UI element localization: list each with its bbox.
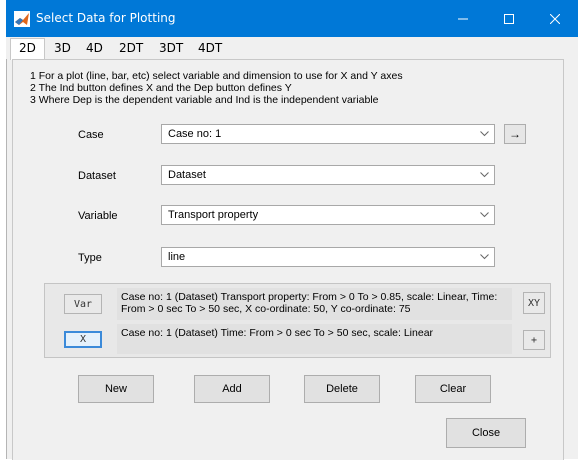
instruction-line-3: 3 Where Dep is the dependent variable an… xyxy=(30,94,379,106)
background-window-edge xyxy=(0,0,7,459)
add-plus-button[interactable]: + xyxy=(523,330,545,350)
variable-label: Variable xyxy=(78,210,118,222)
window-title: Select Data for Plotting xyxy=(36,11,176,25)
chevron-down-icon xyxy=(474,125,494,143)
add-button[interactable]: Add xyxy=(194,375,270,403)
tab-2d[interactable]: 2D xyxy=(10,38,45,60)
var-button[interactable]: Var xyxy=(64,294,102,314)
matlab-icon xyxy=(14,11,30,27)
tab-bar: 2D 3D 4D 2DT 3DT 4DT xyxy=(6,37,578,60)
maximize-icon xyxy=(504,13,514,24)
type-label: Type xyxy=(78,252,102,264)
tab-3d[interactable]: 3D xyxy=(46,39,79,57)
tab-2dt[interactable]: 2DT xyxy=(111,39,151,57)
close-icon xyxy=(550,13,560,24)
case-value: Case no: 1 xyxy=(168,128,222,140)
case-label: Case xyxy=(78,129,104,141)
dataset-dropdown[interactable]: Dataset xyxy=(161,165,495,185)
case-next-button[interactable]: → xyxy=(504,124,526,144)
maximize-button[interactable] xyxy=(486,0,532,37)
variable-value: Transport property xyxy=(168,209,259,221)
variable-dropdown[interactable]: Transport property xyxy=(161,205,495,225)
close-window-button[interactable] xyxy=(532,0,578,37)
minimize-button[interactable] xyxy=(440,0,486,37)
instruction-line-2: 2 The Ind button defines X and the Dep b… xyxy=(30,82,292,94)
dialog-window: Select Data for Plotting 2D 3D 4D 2DT 3D… xyxy=(0,0,578,460)
chevron-down-icon xyxy=(474,206,494,224)
chevron-down-icon xyxy=(474,166,494,184)
case-dropdown[interactable]: Case no: 1 xyxy=(161,124,495,144)
minimize-icon xyxy=(458,18,468,19)
instruction-line-1: 1 For a plot (line, bar, etc) select var… xyxy=(30,70,403,82)
title-bar[interactable]: Select Data for Plotting xyxy=(6,0,578,37)
x-info-text: Case no: 1 (Dataset) Time: From > 0 sec … xyxy=(117,324,512,354)
dataset-label: Dataset xyxy=(78,170,116,182)
type-value: line xyxy=(168,251,186,263)
tab-3dt[interactable]: 3DT xyxy=(151,39,191,57)
arrow-right-icon: → xyxy=(509,127,521,141)
chevron-down-icon xyxy=(474,248,494,266)
x-button[interactable]: X xyxy=(64,331,102,348)
xy-button[interactable]: XY xyxy=(523,292,545,314)
tab-4d[interactable]: 4D xyxy=(78,39,111,57)
clear-button[interactable]: Clear xyxy=(415,375,491,403)
close-button[interactable]: Close xyxy=(446,418,526,448)
new-button[interactable]: New xyxy=(78,375,154,403)
delete-button[interactable]: Delete xyxy=(304,375,380,403)
tab-4dt[interactable]: 4DT xyxy=(190,39,230,57)
dataset-value: Dataset xyxy=(168,169,206,181)
var-info-text: Case no: 1 (Dataset) Transport property:… xyxy=(117,288,512,320)
type-dropdown[interactable]: line xyxy=(161,247,495,267)
